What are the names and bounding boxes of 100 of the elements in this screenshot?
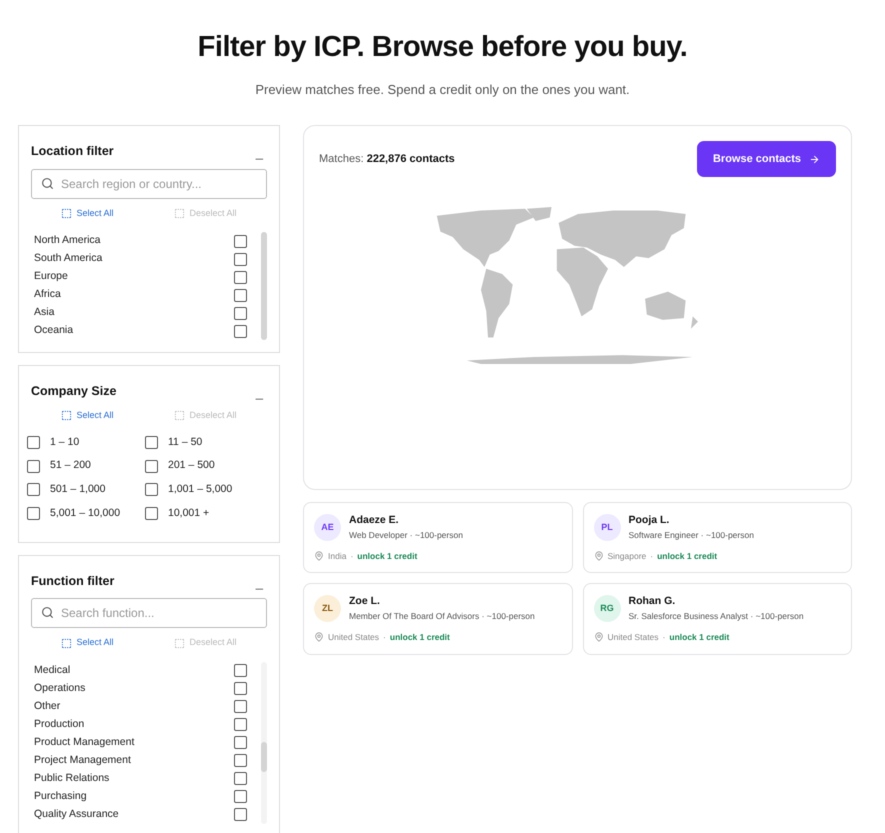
separator-dot: · [383, 630, 386, 644]
contact-role: Sr. Salesforce Business Analyst · ~100-person [628, 610, 804, 623]
search-icon [41, 176, 54, 190]
option-label: Africa [34, 287, 61, 302]
scrollbar[interactable] [261, 662, 267, 824]
unlock-link[interactable]: unlock 1 credit [390, 630, 450, 644]
location-pin-icon [594, 550, 604, 561]
checkbox[interactable] [234, 682, 247, 696]
search-field[interactable]: Search function... [31, 598, 267, 628]
unlock-link[interactable]: unlock 1 credit [669, 630, 730, 644]
contact-name: Rohan G. [628, 594, 676, 610]
option-label: Oceania [34, 323, 74, 338]
checkbox[interactable] [234, 772, 247, 786]
contact-location: India [328, 550, 346, 562]
contact-location: United States [608, 630, 659, 644]
checkbox[interactable] [145, 436, 158, 449]
checkbox[interactable] [234, 754, 247, 768]
dashed-square-icon [61, 208, 72, 219]
checkbox[interactable] [234, 270, 247, 284]
checkbox[interactable] [27, 460, 40, 473]
option-label: 1,001 – 5,000 [168, 482, 232, 497]
page-title: Filter by ICP. Browse before you buy. [198, 30, 688, 65]
select-all-button[interactable]: Select All [61, 206, 114, 220]
separator-dot: · [662, 630, 666, 644]
checkbox[interactable] [27, 507, 40, 520]
collapse-button[interactable]: _ [256, 576, 263, 588]
collapse-button[interactable]: _ [256, 146, 263, 159]
collapse-button[interactable]: _ [256, 386, 263, 400]
option-label: North America [34, 233, 101, 248]
dashed-square-icon [61, 410, 72, 422]
search-field[interactable]: Search region or country... [31, 168, 267, 199]
option-label: Other [34, 698, 60, 714]
separator-dot: · [350, 550, 354, 562]
option-label: 10,001 + [168, 506, 210, 521]
option-label: 201 – 500 [168, 458, 215, 474]
contact-role: Member Of The Board Of Advisors · ~100-person [349, 610, 535, 623]
dashed-square-icon [174, 638, 186, 648]
checkbox[interactable] [234, 700, 247, 714]
location-pin-icon [594, 632, 604, 642]
option-label: 51 – 200 [50, 458, 91, 474]
location-pin-icon [314, 632, 324, 642]
arrow-right-icon [809, 154, 820, 164]
search-icon [41, 606, 54, 620]
scrollbar[interactable] [261, 232, 267, 340]
select-all-button[interactable]: Select All [61, 636, 114, 650]
checkbox[interactable] [234, 252, 247, 266]
checkbox[interactable] [234, 288, 247, 302]
checkbox[interactable] [27, 483, 40, 496]
contact-name: Zoe L. [349, 594, 381, 610]
contact-location: Singapore [608, 550, 646, 562]
unlock-link[interactable]: unlock 1 credit [657, 550, 718, 562]
contact-card[interactable]: ZL Zoe L. Member Of The Board Of Advisors · ~100-person United States · unlock 1 credit [303, 583, 572, 654]
checkbox[interactable] [145, 460, 158, 473]
browse-contacts-button[interactable]: Browse contacts [696, 141, 836, 177]
option-label: Quality Assurance [34, 806, 119, 822]
checkbox[interactable] [234, 306, 247, 320]
option-label: Product Management [34, 734, 134, 750]
panel-title: Location filter [31, 143, 114, 160]
contact-location: United States [328, 630, 380, 644]
contact-role: Web Developer · ~100-person [349, 528, 463, 542]
checkbox[interactable] [234, 234, 247, 248]
option-label: South America [34, 251, 102, 266]
checkbox[interactable] [234, 790, 247, 804]
avatar: ZL [314, 595, 341, 622]
option-label: Europe [34, 269, 68, 284]
dashed-square-icon [174, 410, 186, 422]
option-label: 1 – 10 [50, 434, 80, 450]
option-label: Public Relations [34, 770, 110, 786]
avatar: PL [594, 514, 620, 541]
dashed-square-icon [174, 208, 186, 219]
checkbox[interactable] [234, 718, 247, 732]
checkbox[interactable] [234, 324, 247, 338]
checkbox[interactable] [145, 507, 158, 520]
option-label: Project Management [34, 752, 131, 768]
option-label: Asia [34, 305, 54, 320]
checkbox[interactable] [234, 808, 247, 822]
contact-card[interactable]: RG Rohan G. Sr. Salesforce Business Analyst · ~100-person United States · unlock 1 credit [582, 583, 852, 654]
option-label: Operations [34, 680, 86, 696]
contact-name: Pooja L. [628, 513, 670, 528]
contact-role: Software Engineer · ~100-person [628, 528, 754, 542]
checkbox[interactable] [27, 436, 40, 449]
option-label: 5,001 – 10,000 [50, 506, 120, 521]
location-pin-icon [314, 550, 324, 561]
panel-title: Company Size [31, 383, 116, 400]
option-label: Purchasing [34, 788, 87, 804]
option-label: Production [34, 716, 84, 732]
page-subtitle: Preview matches free. Spend a credit only on the ones you want. [255, 80, 630, 99]
select-all-button[interactable]: Select All [61, 409, 114, 422]
unlock-link[interactable]: unlock 1 credit [357, 550, 418, 562]
checkbox[interactable] [145, 483, 158, 496]
matches-count: Matches: 222,876 contacts [319, 152, 455, 167]
option-label: 11 – 50 [168, 434, 202, 450]
option-label: Medical [34, 662, 70, 678]
contact-name: Adaeze E. [349, 513, 400, 528]
checkbox[interactable] [234, 664, 247, 678]
separator-dot: · [650, 550, 654, 562]
contact-card[interactable]: PL Pooja L. Software Engineer · ~100-person Singapore · unlock 1 credit [582, 502, 852, 574]
contact-card[interactable]: AE Adaeze E. Web Developer · ~100-person India · unlock 1 credit [303, 502, 572, 574]
checkbox[interactable] [234, 736, 247, 750]
dashed-square-icon [61, 638, 72, 648]
